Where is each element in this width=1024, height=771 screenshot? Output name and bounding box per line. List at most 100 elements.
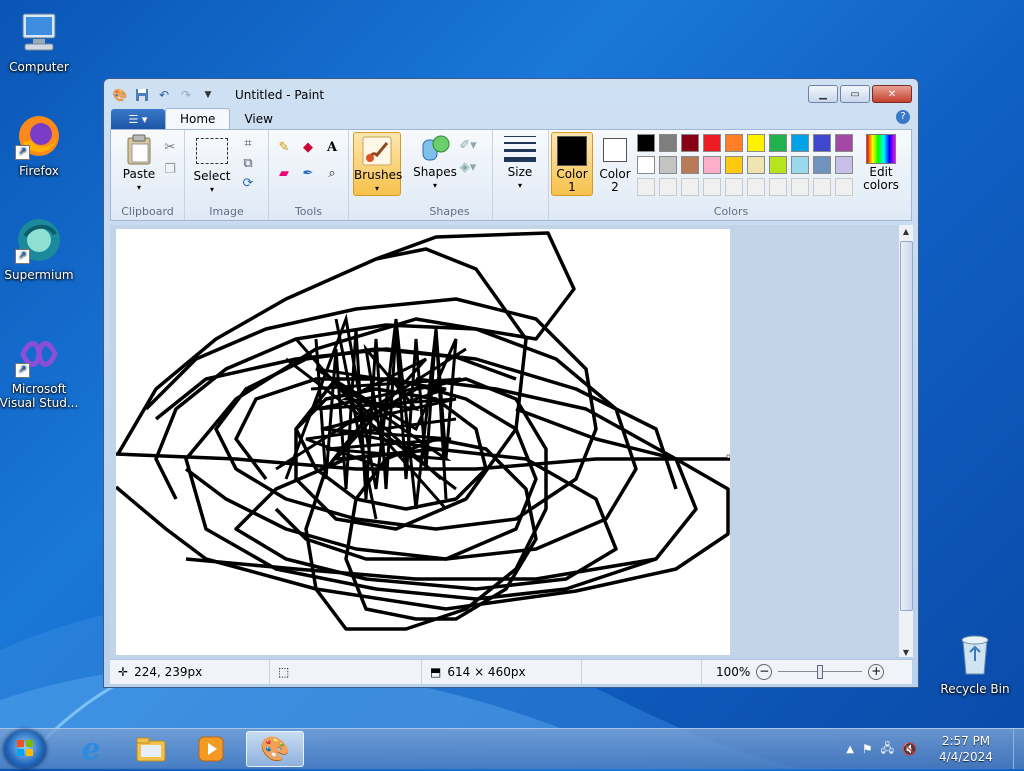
taskbar-media-player[interactable] bbox=[182, 731, 240, 767]
file-menu-button[interactable]: ☰ ▾ bbox=[111, 109, 165, 129]
cut-icon[interactable]: ✂ bbox=[161, 138, 179, 156]
customize-qat-icon[interactable]: ▼ bbox=[200, 87, 216, 103]
close-button[interactable]: ✕ bbox=[872, 85, 912, 103]
palette-swatch-empty[interactable] bbox=[813, 178, 831, 196]
palette-swatch-empty[interactable] bbox=[659, 178, 677, 196]
desktop-icon-label: Microsoft Visual Stud... bbox=[0, 382, 79, 410]
palette-swatch[interactable] bbox=[747, 134, 765, 152]
palette-swatch-empty[interactable] bbox=[681, 178, 699, 196]
group-label-tools: Tools bbox=[294, 205, 323, 218]
redo-icon[interactable]: ↷ bbox=[178, 87, 194, 103]
text-icon[interactable]: A bbox=[323, 138, 341, 156]
palette-swatch[interactable] bbox=[791, 134, 809, 152]
crop-icon[interactable]: ⌗ bbox=[239, 134, 257, 152]
desktop-icon-visual-studio[interactable]: ↗ Microsoft Visual Stud... bbox=[0, 330, 84, 410]
palette-swatch[interactable] bbox=[835, 134, 853, 152]
palette-swatch[interactable] bbox=[725, 156, 743, 174]
palette-swatch[interactable] bbox=[791, 156, 809, 174]
title-bar[interactable]: 🎨 ↶ ↷ ▼ Untitled - Paint ▁ ▭ ✕ bbox=[104, 79, 918, 109]
drawing-canvas[interactable] bbox=[114, 229, 731, 655]
desktop-icon-label: Computer bbox=[9, 60, 69, 74]
clock[interactable]: 2:57 PM 4/4/2024 bbox=[923, 733, 1009, 765]
palette-swatch[interactable] bbox=[725, 134, 743, 152]
fill-icon[interactable]: ◆ bbox=[299, 138, 317, 156]
palette-swatch-empty[interactable] bbox=[703, 178, 721, 196]
paste-dropdown-icon: ▾ bbox=[136, 183, 141, 192]
palette-swatch[interactable] bbox=[703, 134, 721, 152]
zoom-slider-thumb[interactable] bbox=[817, 665, 824, 679]
size-dropdown-icon: ▾ bbox=[517, 181, 522, 190]
zoom-out-icon[interactable]: − bbox=[756, 664, 773, 680]
select-button[interactable]: Select ▾ bbox=[191, 134, 233, 196]
taskbar-internet-explorer[interactable]: e bbox=[62, 731, 120, 767]
palette-swatch[interactable] bbox=[659, 134, 677, 152]
palette-swatch[interactable] bbox=[703, 156, 721, 174]
palette-swatch[interactable] bbox=[747, 156, 765, 174]
network-icon[interactable]: 🖧 bbox=[881, 739, 894, 760]
resize-icon[interactable]: ⧉ bbox=[239, 154, 257, 172]
palette-swatch[interactable] bbox=[835, 156, 853, 174]
desktop-icon-supermium[interactable]: ↗ Supermium bbox=[0, 216, 84, 282]
show-hidden-icons-icon[interactable]: ▲ bbox=[846, 744, 854, 755]
copy-icon[interactable]: ❐ bbox=[161, 160, 179, 178]
color2-button[interactable]: Color 2 bbox=[595, 132, 635, 194]
eraser-icon[interactable]: ▰ bbox=[275, 164, 293, 182]
palette-swatch[interactable] bbox=[813, 134, 831, 152]
shapes-button[interactable]: Shapes ▾ bbox=[413, 134, 457, 192]
palette-swatch[interactable] bbox=[681, 134, 699, 152]
action-center-flag-icon[interactable]: ⚑ bbox=[862, 742, 873, 756]
fill-shape-icon[interactable]: ◈▾ bbox=[459, 158, 477, 176]
paste-label: Paste bbox=[122, 167, 156, 181]
taskbar-file-explorer[interactable] bbox=[122, 731, 180, 767]
undo-icon[interactable]: ↶ bbox=[156, 87, 172, 103]
brushes-dropdown-icon: ▾ bbox=[374, 184, 379, 193]
paint-app-icon[interactable]: 🎨 bbox=[112, 87, 128, 103]
palette-swatch-empty[interactable] bbox=[747, 178, 765, 196]
minimize-button[interactable]: ▁ bbox=[808, 85, 838, 103]
scroll-up-icon[interactable]: ▲ bbox=[899, 225, 913, 239]
desktop-icon-computer[interactable]: Computer bbox=[0, 8, 84, 74]
pencil-icon[interactable]: ✎ bbox=[275, 138, 293, 156]
maximize-button[interactable]: ▭ bbox=[840, 85, 870, 103]
rotate-icon[interactable]: ⟳ bbox=[239, 174, 257, 192]
color2-label: Color 2 bbox=[599, 167, 631, 194]
tab-view[interactable]: View bbox=[230, 109, 286, 129]
zoom-in-icon[interactable]: + bbox=[868, 664, 885, 680]
color1-button[interactable]: Color 1 bbox=[551, 132, 593, 196]
palette-swatch[interactable] bbox=[681, 156, 699, 174]
help-icon[interactable]: ? bbox=[896, 110, 910, 124]
palette-swatch[interactable] bbox=[769, 156, 787, 174]
palette-swatch-empty[interactable] bbox=[725, 178, 743, 196]
palette-swatch-empty[interactable] bbox=[769, 178, 787, 196]
show-desktop-button[interactable] bbox=[1013, 729, 1024, 769]
palette-swatch-empty[interactable] bbox=[791, 178, 809, 196]
canvas-size-text: 614 × 460px bbox=[447, 665, 526, 679]
desktop-icon-recycle-bin[interactable]: Recycle Bin bbox=[930, 630, 1020, 696]
vertical-scrollbar[interactable]: ▲ ▼ bbox=[898, 225, 913, 657]
palette-swatch[interactable] bbox=[659, 156, 677, 174]
palette-swatch[interactable] bbox=[813, 156, 831, 174]
palette-swatch-empty[interactable] bbox=[835, 178, 853, 196]
edit-colors-button[interactable]: Edit colors bbox=[859, 134, 903, 192]
paste-button[interactable]: Paste ▾ bbox=[117, 134, 161, 194]
scroll-down-icon[interactable]: ▼ bbox=[899, 648, 913, 657]
desktop-icon-firefox[interactable]: ↗ Firefox bbox=[0, 112, 84, 178]
size-button[interactable]: Size ▾ bbox=[499, 134, 541, 192]
zoom-slider[interactable] bbox=[778, 665, 863, 679]
volume-muted-icon[interactable]: 🔇 bbox=[902, 742, 917, 756]
outline-icon[interactable]: ✐▾ bbox=[459, 136, 477, 154]
start-button[interactable] bbox=[4, 730, 46, 768]
magnifier-icon[interactable]: ⌕ bbox=[323, 164, 341, 182]
palette-swatch-empty[interactable] bbox=[637, 178, 655, 196]
palette-swatch[interactable] bbox=[637, 156, 655, 174]
scroll-thumb[interactable] bbox=[900, 241, 913, 611]
palette-swatch[interactable] bbox=[769, 134, 787, 152]
brushes-button[interactable]: Brushes ▾ bbox=[353, 132, 402, 196]
shortcut-arrow-icon: ↗ bbox=[15, 249, 30, 264]
taskbar-paint[interactable]: 🎨 bbox=[246, 731, 304, 767]
color-picker-icon[interactable]: ✒ bbox=[299, 164, 317, 182]
status-bar: ✛ 224, 239px ⬚ ⬒ 614 × 460px 100% − + bbox=[110, 659, 912, 684]
palette-swatch[interactable] bbox=[637, 134, 655, 152]
save-icon[interactable] bbox=[134, 87, 150, 103]
tab-home[interactable]: Home bbox=[165, 108, 231, 129]
